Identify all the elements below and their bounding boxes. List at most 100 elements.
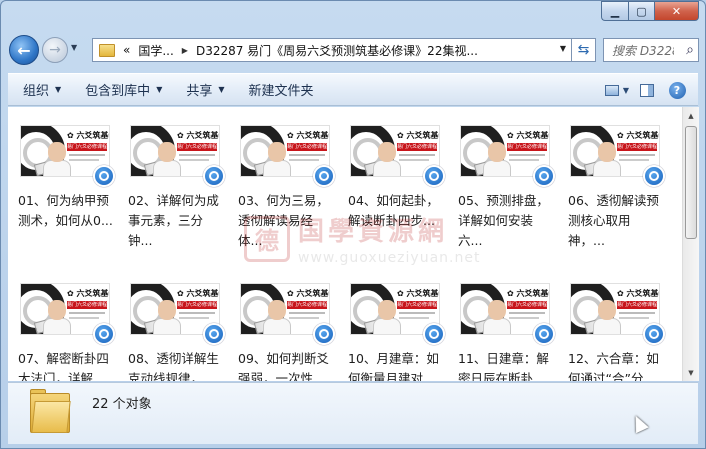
scroll-down-icon[interactable]: ▼ — [683, 364, 699, 381]
share-label: 共享 — [186, 84, 213, 99]
back-arrow-icon: ← — [17, 40, 31, 60]
thumbnail-subtitle: 易门六爻必修课程 — [397, 143, 437, 151]
file-list[interactable]: ✿ 六爻筑基课易门六爻必修课程01、何为纳甲预测术，如何从0...✿ 六爻筑基课… — [8, 107, 682, 381]
caret-down-icon: ▼ — [156, 85, 163, 94]
thumbnail-subtitle: 易门六爻必修课程 — [67, 143, 107, 151]
caret-down-icon: ▼ — [622, 85, 630, 95]
thumbnail-subtitle: 易门六爻必修课程 — [397, 301, 437, 309]
scrollbar-thumb[interactable] — [685, 126, 697, 239]
organize-label: 组织 — [23, 84, 50, 99]
file-name: 08、透彻详解生克动线规律，如... — [128, 351, 219, 381]
search-input[interactable]: 搜索 D32287 易门... — [612, 42, 674, 59]
watermark-url: www.guoxueziyuan.net — [298, 250, 481, 266]
forward-button[interactable]: → — [42, 37, 68, 63]
mouse-cursor-icon — [629, 412, 649, 434]
caption-buttons: ▁ ▢ ✕ — [601, 1, 699, 21]
breadcrumb-prefix[interactable]: « — [123, 43, 130, 57]
video-file-icon — [423, 323, 445, 345]
caret-down-icon: ▼ — [55, 85, 62, 94]
thumbnail-title: ✿ 六爻筑基课 — [397, 131, 439, 140]
help-button[interactable]: ? — [664, 79, 690, 101]
address-dropdown-icon[interactable]: ▼ — [560, 44, 566, 53]
video-file-icon — [313, 165, 335, 187]
thumbnail-subtitle: 易门六爻必修课程 — [177, 301, 217, 309]
search-icon[interactable]: ⌕ — [686, 42, 694, 58]
file-name: 10、月建章：如何衡量月建对元... — [348, 351, 439, 381]
include-in-library-menu[interactable]: 包含到库中 ▼ — [76, 78, 171, 102]
breadcrumb-current-folder[interactable]: D32287 易门《周易六爻预测筑基必修课》22集视... — [196, 42, 478, 59]
watermark-name: 国學資源網 — [298, 217, 449, 247]
thumbnail-title: ✿ 六爻筑基课 — [67, 289, 109, 298]
view-icon — [604, 84, 619, 96]
search-box[interactable]: 搜索 D32287 易门... ⌕ — [603, 38, 699, 62]
thumbnail-subtitle: 易门六爻必修课程 — [177, 143, 217, 151]
file-name: 02、详解何为成事元素，三分钟... — [128, 193, 219, 248]
thumbnail-title: ✿ 六爻筑基课 — [617, 131, 659, 140]
thumbnail-subtitle: 易门六爻必修课程 — [287, 301, 327, 309]
thumbnail-subtitle: 易门六爻必修课程 — [617, 143, 657, 151]
file-item[interactable]: ✿ 六爻筑基课易门六爻必修课程 10、月建章：如何衡量月建对元... — [346, 277, 445, 381]
file-item[interactable]: ✿ 六爻筑基课易门六爻必修课程 11、日建章：解密日辰在断卦中... — [456, 277, 555, 381]
share-menu[interactable]: 共享 ▼ — [177, 78, 233, 102]
file-item[interactable]: ✿ 六爻筑基课易门六爻必修课程 02、详解何为成事元素，三分钟... — [126, 119, 225, 259]
close-icon: ✕ — [671, 4, 682, 18]
close-button[interactable]: ✕ — [654, 1, 699, 21]
organize-menu[interactable]: 组织 ▼ — [14, 78, 70, 102]
video-file-icon — [203, 165, 225, 187]
thumbnail-title: ✿ 六爻筑基课 — [177, 289, 219, 298]
file-name: 09、如何判断爻强弱，一次性读... — [238, 351, 329, 381]
breadcrumb-guoxue[interactable]: 国学... — [138, 42, 173, 59]
preview-pane-button[interactable] — [634, 79, 660, 101]
back-button[interactable]: ← — [9, 35, 39, 65]
new-folder-button[interactable]: 新建文件夹 — [240, 78, 323, 102]
thumbnail-title: ✿ 六爻筑基课 — [617, 289, 659, 298]
maximize-button[interactable]: ▢ — [628, 1, 654, 21]
file-name: 12、六合章：如何通过“合”分... — [568, 351, 659, 381]
vertical-scrollbar[interactable]: ▲ ▼ — [682, 107, 699, 381]
file-name: 01、何为纳甲预测术，如何从0... — [18, 193, 113, 228]
video-file-icon — [643, 323, 665, 345]
thumbnail-title: ✿ 六爻筑基课 — [67, 131, 109, 140]
file-name: 07、解密断卦四大法门，详解用... — [18, 351, 109, 381]
thumbnail-title: ✿ 六爻筑基课 — [177, 131, 219, 140]
preview-pane-icon — [640, 83, 654, 97]
maximize-icon: ▢ — [636, 4, 647, 18]
video-file-icon — [423, 165, 445, 187]
watermark-seal: 德 — [244, 215, 290, 262]
file-item[interactable]: ✿ 六爻筑基课易门六爻必修课程 06、透彻解读预测核心取用神，... — [566, 119, 665, 259]
details-pane: 22 个对象 — [8, 382, 698, 444]
thumbnail-subtitle: 易门六爻必修课程 — [617, 301, 657, 309]
new-folder-label: 新建文件夹 — [248, 84, 314, 99]
caret-down-icon: ▼ — [218, 85, 225, 94]
forward-arrow-icon: → — [49, 42, 61, 58]
file-item[interactable]: ✿ 六爻筑基课易门六爻必修课程 09、如何判断爻强弱，一次性读... — [236, 277, 335, 381]
file-item[interactable]: ✿ 六爻筑基课易门六爻必修课程 12、六合章：如何通过“合”分... — [566, 277, 665, 381]
video-file-icon — [643, 165, 665, 187]
item-count: 22 个对象 — [92, 397, 152, 412]
thumbnail-subtitle: 易门六爻必修课程 — [67, 301, 107, 309]
video-file-icon — [203, 323, 225, 345]
folder-icon — [30, 389, 71, 435]
file-item[interactable]: ✿ 六爻筑基课易门六爻必修课程 08、透彻详解生克动线规律，如... — [126, 277, 225, 381]
video-file-icon — [533, 165, 555, 187]
thumbnail-subtitle: 易门六爻必修课程 — [507, 143, 547, 151]
refresh-button[interactable]: ⇆ — [572, 38, 596, 62]
minimize-button[interactable]: ▁ — [601, 1, 628, 21]
address-bar[interactable]: « 国学... ▶ D32287 易门《周易六爻预测筑基必修课》22集视... … — [92, 38, 572, 62]
file-name: 06、透彻解读预测核心取用神，... — [568, 193, 659, 248]
change-view-button[interactable]: ▼ — [604, 79, 630, 101]
video-file-icon — [533, 323, 555, 345]
explorer-window: ▁ ▢ ✕ ← → ▼ « 国学... ▶ D32287 易门《周易六爻预测筑基… — [0, 0, 706, 449]
recent-pages-button[interactable]: ▼ — [71, 43, 77, 52]
thumbnail-title: ✿ 六爻筑基课 — [397, 289, 439, 298]
file-item[interactable]: ✿ 六爻筑基课易门六爻必修课程 01、何为纳甲预测术，如何从0... — [16, 119, 115, 259]
video-file-icon — [93, 323, 115, 345]
file-item[interactable]: ✿ 六爻筑基课易门六爻必修课程 07、解密断卦四大法门，详解用... — [16, 277, 115, 381]
breadcrumb-separator-icon[interactable]: ▶ — [182, 46, 188, 55]
help-icon: ? — [668, 81, 686, 99]
scroll-up-icon[interactable]: ▲ — [683, 107, 699, 124]
minimize-icon: ▁ — [610, 4, 620, 18]
video-file-icon — [313, 323, 335, 345]
folder-icon — [99, 43, 115, 57]
thumbnail-title: ✿ 六爻筑基课 — [287, 289, 329, 298]
